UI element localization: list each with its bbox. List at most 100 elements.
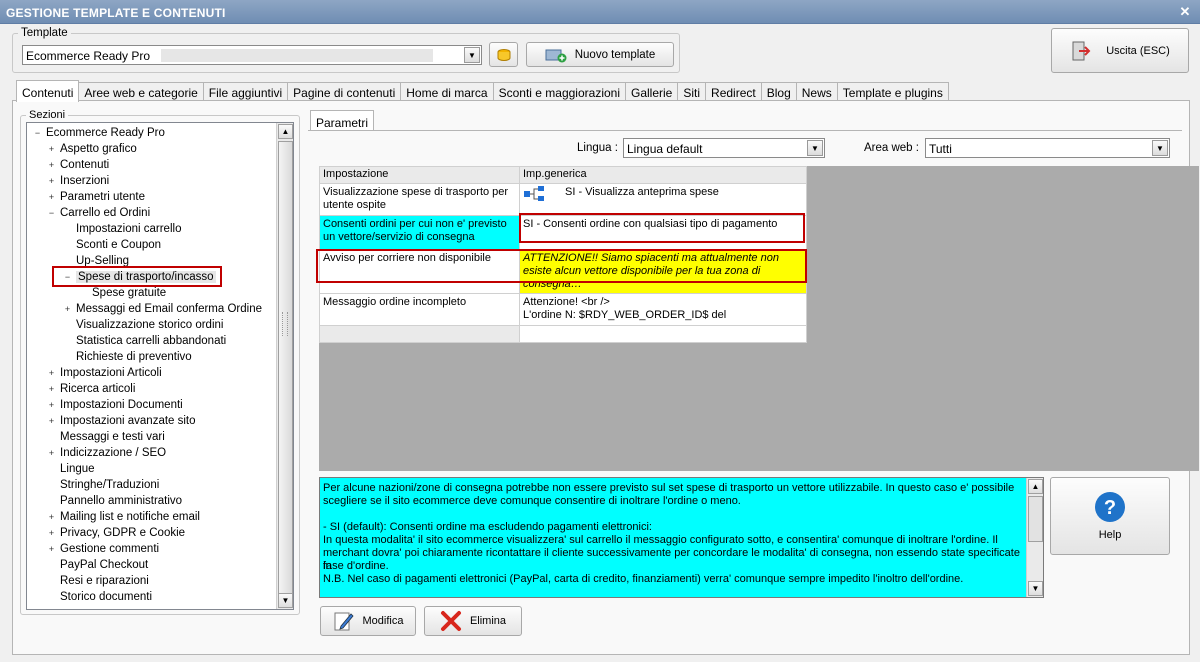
tree-item-label: Impostazioni Articoli [60,367,162,379]
table-row[interactable]: Messaggio ordine incompleto Attenzione! … [319,293,807,326]
collapse-icon[interactable]: − [33,129,42,138]
expand-icon[interactable]: + [47,529,56,538]
tab-siti[interactable]: Siti [677,82,707,102]
tab-home-marca[interactable]: Home di marca [400,82,494,102]
tab-parametri[interactable]: Parametri [310,110,375,130]
tab-sconti[interactable]: Sconti e maggiorazioni [492,82,626,102]
expand-icon[interactable]: + [47,417,56,426]
description-line: Per alcune nazioni/zone di consegna potr… [323,482,1015,494]
tab-redirect[interactable]: Redirect [705,82,762,102]
help-button[interactable]: ? Help [1050,477,1170,555]
tab-template-plugins[interactable]: Template e plugins [836,82,949,102]
tab-pagine-contenuti[interactable]: Pagine di contenuti [287,82,402,102]
tree-item-label: Stringhe/Traduzioni [60,479,160,491]
tab-aree-web[interactable]: Aree web e categorie [78,82,204,102]
row-setting: Messaggio ordine incompleto [319,293,520,326]
chevron-down-icon[interactable]: ▼ [464,47,480,63]
row-value[interactable]: SI - Visualizza anteprima spese [519,183,807,216]
delete-button[interactable]: Elimina [424,606,522,636]
database-icon [497,48,510,61]
scroll-thumb[interactable] [278,141,293,595]
tree-item-label: Aspetto grafico [60,143,137,155]
tree-item-label: Impostazioni Documenti [60,399,183,411]
description-scrollbar[interactable]: ▲ ▼ [1026,478,1043,597]
expand-icon[interactable]: + [47,545,56,554]
header-impostazione: Impostazione [319,166,520,184]
close-icon[interactable]: ✕ [1176,3,1194,21]
tree-item-label: Impostazioni carrello [76,223,182,235]
expand-icon[interactable]: + [47,145,56,154]
tree-item-label: Inserzioni [60,175,110,187]
scroll-up-icon[interactable]: ▲ [278,124,293,139]
row-value-line: L'ordine N: $RDY_WEB_ORDER_ID$ del [523,309,727,321]
scroll-down-icon[interactable]: ▼ [1028,581,1043,596]
help-label: Help [1098,529,1122,541]
template-select[interactable]: Ecommerce Ready Pro ▼ [22,45,482,65]
exit-door-icon [1072,41,1091,60]
table-row[interactable]: Visualizzazione spese di trasporto per u… [319,183,807,216]
tree-scrollbar[interactable]: ▲ ▼ [276,123,293,609]
new-template-button[interactable]: Nuovo template [526,42,674,67]
lingua-value: Lingua default [627,142,703,156]
scroll-thumb[interactable] [1028,496,1043,542]
settings-grid: Impostazione Imp.generica Visualizzazion… [319,166,1199,471]
expand-icon[interactable]: + [47,369,56,378]
tree-item-label: Messaggi e testi vari [60,431,165,443]
tree-item-label: Visualizzazione storico ordini [76,319,224,331]
description-line: N.B. Nel caso di pagamenti elettronici (… [323,573,964,585]
row-setting: Consenti ordini per cui non e' previsto … [319,215,520,250]
window-title: GESTIONE TEMPLATE E CONTENUTI [6,6,226,20]
description-box: Per alcune nazioni/zone di consegna potr… [319,477,1044,598]
tab-gallerie[interactable]: Gallerie [625,82,679,102]
tree-item-label: Spese gratuite [92,287,167,299]
tree-item-label: Ricerca articoli [60,383,136,395]
hierarchy-icon [524,186,544,201]
expand-icon[interactable]: + [47,193,56,202]
row-value[interactable]: Attenzione! <br /> L'ordine N: $RDY_WEB_… [519,293,807,326]
row-value-line: Attenzione! <br /> [523,296,610,308]
expand-icon[interactable]: + [47,449,56,458]
tree-item-label: Indicizzazione / SEO [60,447,167,459]
expand-icon[interactable]: + [63,305,72,314]
exit-button[interactable]: Uscita (ESC) [1051,28,1189,73]
expand-icon[interactable]: + [47,513,56,522]
tab-file-aggiuntivi[interactable]: File aggiuntivi [202,82,289,102]
header-imp-generica: Imp.generica [519,166,807,184]
tree-item-label: Impostazioni avanzate sito [60,415,196,427]
scroll-up-icon[interactable]: ▲ [1028,479,1043,494]
description-line: scegliere se il sito ecommerce deve comu… [323,495,741,507]
sections-tree[interactable]: − Ecommerce Ready Pro + Aspetto grafico + Con… [26,122,294,610]
tree-item-label: Richieste di preventivo [76,351,192,363]
area-web-value: Tutti [929,142,952,156]
tab-contenuti[interactable]: Contenuti [16,80,80,102]
table-row-empty[interactable] [319,325,807,343]
help-icon: ? [1095,492,1125,522]
lingua-select[interactable]: Lingua default ▼ [623,138,825,158]
modify-button[interactable]: Modifica [320,606,416,636]
area-web-select[interactable]: Tutti ▼ [925,138,1170,158]
scroll-down-icon[interactable]: ▼ [278,593,293,608]
edit-icon [334,612,354,631]
expand-icon[interactable]: + [47,385,56,394]
chevron-down-icon[interactable]: ▼ [1152,140,1168,156]
tree-item-label: Contenuti [60,159,110,171]
expand-icon[interactable]: + [47,401,56,410]
delete-label: Elimina [469,615,507,627]
splitter-grip[interactable] [282,312,288,336]
tab-news[interactable]: News [795,82,838,102]
chevron-down-icon[interactable]: ▼ [807,140,823,156]
tree-item-label: Gestione commenti [60,543,160,555]
expand-icon[interactable]: + [47,177,56,186]
tree-item-label: Messaggi ed Email conferma Ordine [76,303,262,315]
open-template-button[interactable] [489,42,518,67]
collapse-icon[interactable]: − [47,209,56,218]
highlight-box-consenti [519,213,805,243]
new-template-label: Nuovo template [574,48,656,61]
tab-blog[interactable]: Blog [760,82,797,102]
expand-icon[interactable]: + [47,161,56,170]
table-header: Impostazione Imp.generica [319,166,807,184]
description-line: In questa modalita' il sito ecommerce vi… [323,534,998,546]
main-tabs: Contenuti Aree web e categorie File aggi… [16,80,949,102]
tree-item-label: Storico documenti [60,591,153,603]
tree-item-label: Ecommerce Ready Pro [46,127,165,139]
